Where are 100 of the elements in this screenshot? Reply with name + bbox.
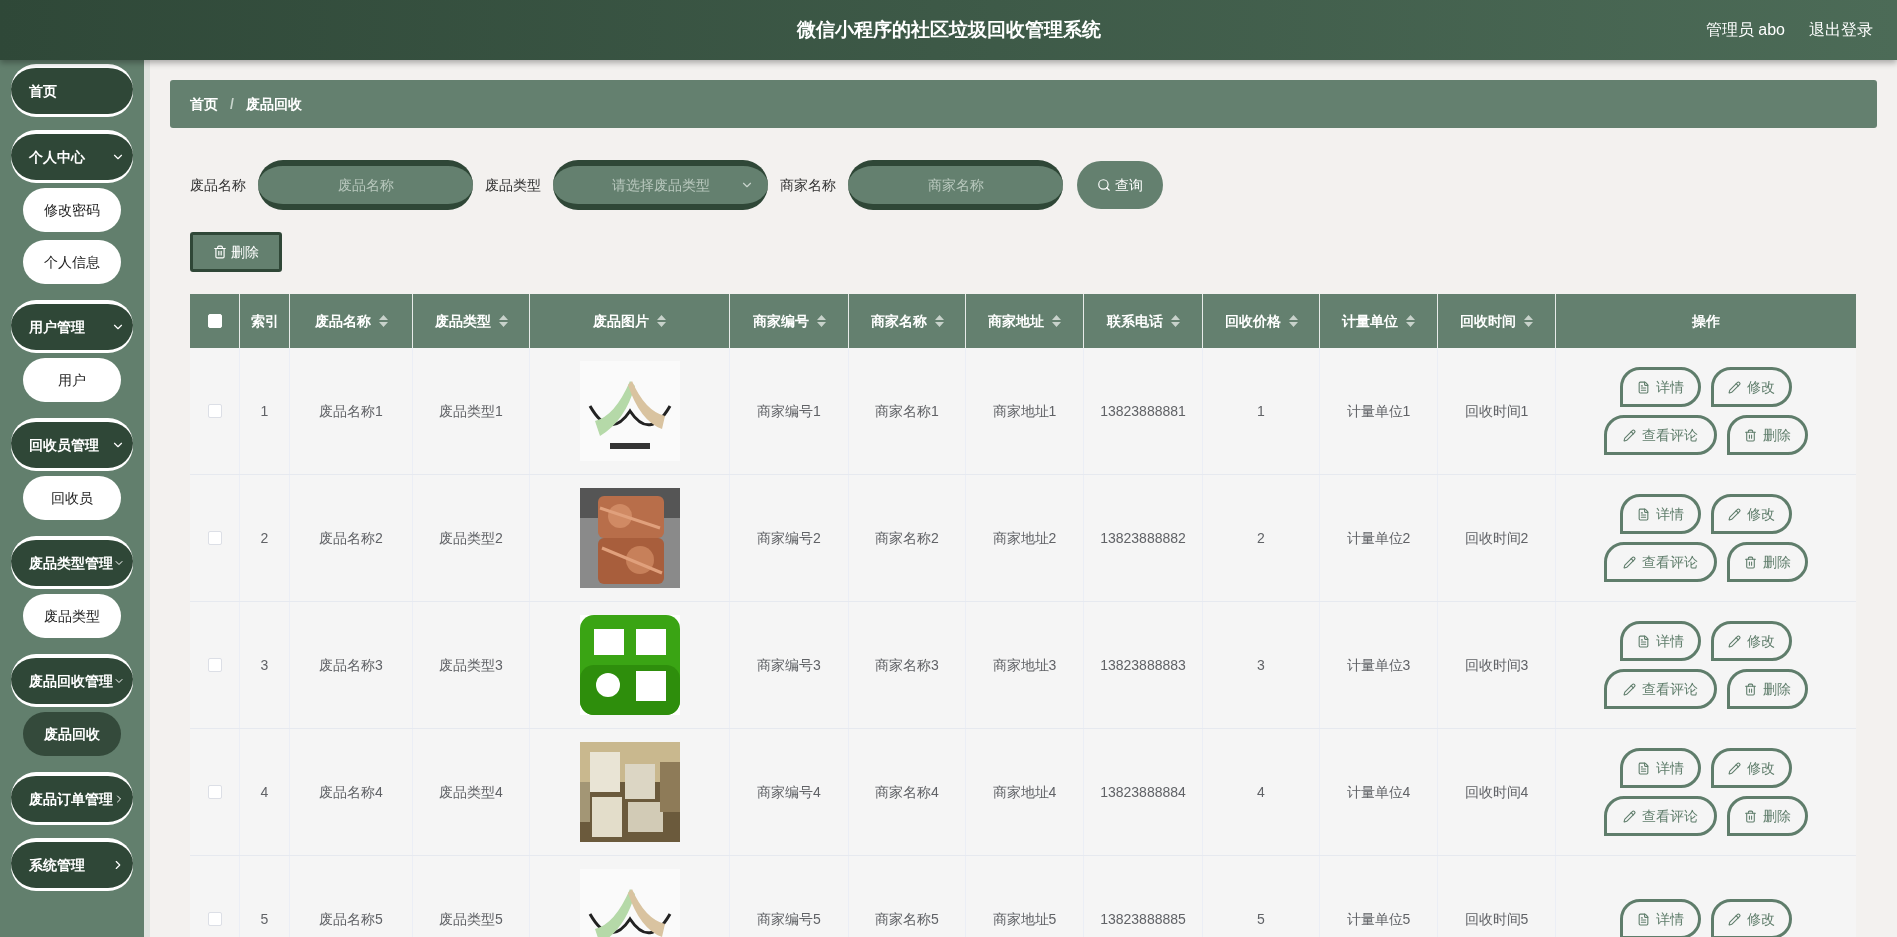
table-cell-text: 计量单位2 <box>1346 528 1411 548</box>
action-button[interactable]: 删除 <box>1727 796 1808 836</box>
menu-item[interactable]: 废品回收管理 <box>11 654 133 704</box>
sort-icon[interactable] <box>816 315 826 327</box>
table-cell-text: 商家名称2 <box>875 528 939 548</box>
menu-item[interactable]: 废品类型管理 <box>11 536 133 586</box>
table-cell-text: 2 <box>260 528 269 548</box>
table-cell-text: 商家编号1 <box>757 401 821 421</box>
submenu-item[interactable]: 废品回收 <box>23 712 121 756</box>
action-button[interactable]: 详情 <box>1620 899 1701 937</box>
action-button[interactable]: 查看评论 <box>1604 669 1717 709</box>
app-title: 微信小程序的社区垃圾回收管理系统 <box>796 17 1101 42</box>
sort-icon[interactable] <box>1406 315 1415 327</box>
table-cell-text: 5 <box>260 909 269 929</box>
pencil-icon <box>1728 912 1741 926</box>
table-cell-text: 废品类型3 <box>439 655 503 675</box>
table-cell-text: 商家编号3 <box>757 655 821 675</box>
document-icon <box>1637 912 1650 926</box>
checkbox[interactable] <box>207 531 222 545</box>
menu-item[interactable]: 系统管理 <box>11 838 133 888</box>
column-header: 回收价格 <box>1224 311 1281 331</box>
sort-icon[interactable] <box>1524 315 1533 327</box>
table-cell-text: 回收时间2 <box>1464 528 1529 548</box>
submenu-item[interactable]: 个人信息 <box>23 240 121 284</box>
action-button[interactable]: 修改 <box>1711 748 1792 788</box>
table-cell-text: 回收时间1 <box>1464 401 1529 421</box>
pencil-icon <box>1623 555 1636 569</box>
column-header: 商家名称 <box>870 311 927 331</box>
column-header: 废品类型 <box>434 311 491 331</box>
checkbox[interactable] <box>207 912 222 926</box>
table-cell-text: 废品类型2 <box>439 528 503 548</box>
sort-icon[interactable] <box>657 315 666 327</box>
breadcrumb-link[interactable]: 首页 <box>190 93 218 115</box>
submenu-item[interactable]: 修改密码 <box>23 188 121 232</box>
trash-icon <box>1744 428 1757 442</box>
checkbox[interactable] <box>207 785 222 799</box>
table-cell-text: 2 <box>1257 528 1265 548</box>
action-button[interactable]: 删除 <box>1727 415 1808 455</box>
column-header: 商家地址 <box>988 311 1044 331</box>
logout-link[interactable]: 退出登录 <box>1809 18 1873 42</box>
table-cell-text: 商家地址5 <box>992 909 1057 929</box>
pencil-icon <box>1728 634 1741 648</box>
table-cell-text: 13823888884 <box>1100 782 1186 802</box>
action-button[interactable]: 详情 <box>1620 621 1701 661</box>
table-cell-text: 13823888885 <box>1100 909 1186 929</box>
table-cell-text: 商家名称5 <box>875 909 939 929</box>
sort-icon[interactable] <box>1170 315 1180 327</box>
menu-item[interactable]: 首页 <box>11 64 133 114</box>
table-cell-text: 商家编号2 <box>757 528 821 548</box>
action-button[interactable]: 详情 <box>1620 494 1701 534</box>
sort-icon[interactable] <box>378 315 388 327</box>
table-cell-text: 废品名称4 <box>319 782 383 802</box>
menu-item[interactable]: 回收员管理 <box>11 418 133 468</box>
checkbox[interactable] <box>207 658 222 672</box>
menu-item[interactable]: 废品订单管理 <box>11 772 133 822</box>
breadcrumb-link[interactable]: 废品回收 <box>245 93 302 115</box>
submenu-item[interactable]: 用户 <box>23 358 121 402</box>
search-field[interactable]: 废品名称 <box>258 160 473 210</box>
table-cell-text: 商家地址2 <box>992 528 1057 548</box>
action-button[interactable]: 查看评论 <box>1604 542 1717 582</box>
search-field[interactable]: 商家名称 <box>848 160 1063 210</box>
pencil-icon <box>1623 682 1636 696</box>
field-label: 废品类型 <box>485 175 541 195</box>
pencil-icon <box>1623 809 1636 823</box>
delete-button[interactable]: 删除 <box>190 232 282 272</box>
menu-item[interactable]: 用户管理 <box>11 300 133 350</box>
sort-icon[interactable] <box>1288 315 1298 327</box>
table-cell-text: 回收时间5 <box>1464 909 1529 929</box>
pencil-icon <box>1728 380 1741 394</box>
admin-name: 管理员 abo <box>1705 20 1785 40</box>
action-button[interactable]: 查看评论 <box>1604 415 1717 455</box>
table-cell-text: 废品名称5 <box>319 909 383 929</box>
submenu-item[interactable]: 回收员 <box>23 476 121 520</box>
action-button[interactable]: 详情 <box>1620 367 1701 407</box>
sort-icon[interactable] <box>934 315 944 327</box>
action-button[interactable]: 修改 <box>1711 367 1792 407</box>
action-button[interactable]: 查看评论 <box>1604 796 1717 836</box>
column-header: 商家编号 <box>752 311 809 331</box>
sort-icon[interactable] <box>498 315 508 327</box>
checkbox[interactable] <box>207 404 222 418</box>
sort-icon[interactable] <box>1052 315 1061 327</box>
submenu-item[interactable]: 废品类型 <box>23 594 121 638</box>
action-button[interactable]: 修改 <box>1711 494 1792 534</box>
action-button[interactable]: 删除 <box>1727 542 1808 582</box>
search-button[interactable]: 查询 <box>1077 161 1163 209</box>
table-cell-text: 商家名称3 <box>875 655 939 675</box>
menu-item[interactable]: 个人中心 <box>11 130 133 180</box>
action-button[interactable]: 修改 <box>1711 899 1792 937</box>
pencil-icon <box>1728 761 1741 775</box>
trash-icon <box>1744 682 1757 696</box>
action-button[interactable]: 修改 <box>1711 621 1792 661</box>
field-label: 商家名称 <box>780 175 836 195</box>
action-button[interactable]: 详情 <box>1620 748 1701 788</box>
type-select[interactable]: 请选择废品类型 <box>553 160 768 210</box>
search-icon <box>1097 178 1111 192</box>
document-icon <box>1637 380 1650 394</box>
column-header: 计量单位 <box>1342 311 1398 331</box>
table-cell-text: 13823888883 <box>1100 655 1186 675</box>
action-button[interactable]: 删除 <box>1727 669 1808 709</box>
field-label: 废品名称 <box>190 175 246 195</box>
